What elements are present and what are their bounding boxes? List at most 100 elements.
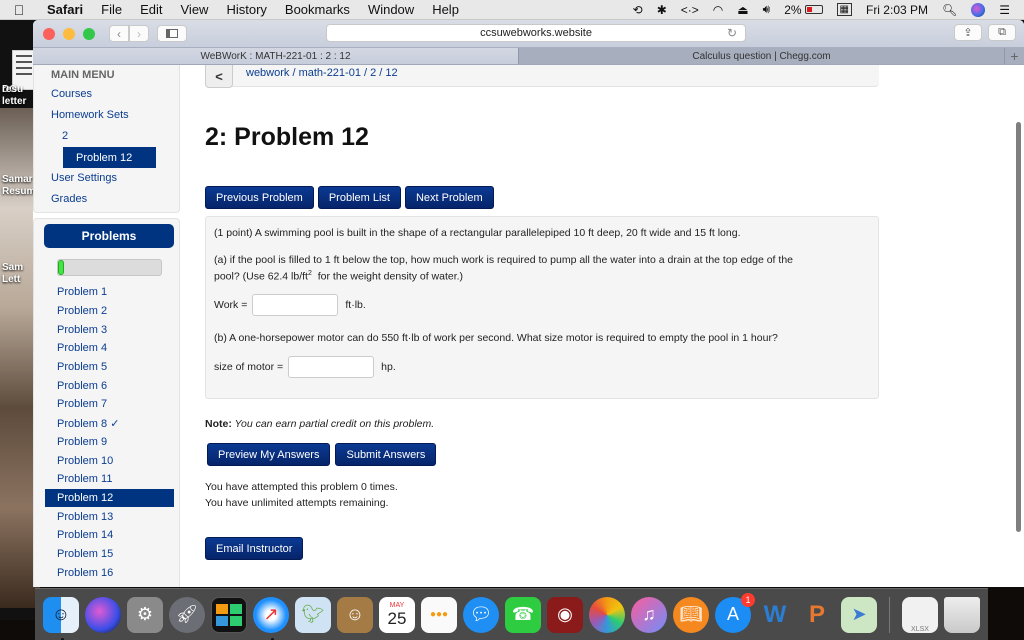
address-bar[interactable]: ccsuwebworks.website ↻ [326,24,746,42]
clock[interactable]: Fri 2:03 PM [866,3,928,17]
problem-list-item[interactable]: Problem 8 ✓ [34,414,181,433]
dock: ☺ ⚙ 🚀︎ ↗ 🐦︎ ☺ MAY 25 ●●● 💬︎ ☎ ◉ ♫ 📖︎ A1 W… [35,588,988,640]
sidebar-toggle-button[interactable] [157,25,187,42]
problem-list-button[interactable]: Problem List [317,186,401,209]
preview-answers-button[interactable]: Preview My Answers [207,443,331,466]
menu-window[interactable]: Window [359,2,423,17]
menu-help[interactable]: Help [423,2,468,17]
menu-bookmarks[interactable]: Bookmarks [276,2,359,17]
photo-booth-icon[interactable]: ◉ [547,596,583,633]
current-problem-link[interactable]: Problem 12 [63,147,156,168]
courses-link[interactable]: Courses [51,88,92,100]
volume-icon[interactable]: 🔊︎ [763,2,771,17]
menu-history[interactable]: History [217,2,275,17]
problem-list-item[interactable]: Problem 4 [34,339,181,358]
email-instructor-button[interactable]: Email Instructor [205,537,304,560]
system-preferences-icon[interactable]: ⚙ [127,596,163,633]
next-problem-button[interactable]: Next Problem [404,186,494,209]
problem-list-item[interactable]: Problem 11 [34,470,181,489]
user-settings-link[interactable]: User Settings [51,172,117,184]
reload-icon[interactable]: ↻ [727,26,737,40]
mail-icon[interactable]: 🐦︎ [295,596,331,633]
page-title: 2: Problem 12 [205,123,369,151]
share-icon: ⇪ [963,27,973,39]
messages-icon[interactable]: 💬︎ [463,596,499,633]
problem-list-item[interactable]: Problem 12 [45,488,174,508]
back-button[interactable]: ‹ [109,25,129,42]
partial-credit-note: Note: You can earn partial credit on thi… [205,418,434,430]
problem-list-item[interactable]: Problem 13 [34,507,181,526]
previous-problem-button[interactable]: Previous Problem [205,186,314,209]
battery-status[interactable]: 2% [784,3,823,17]
photos-icon[interactable] [589,596,625,633]
breadcrumb-back-button[interactable]: < [205,65,233,88]
notification-center-icon[interactable]: ☰ [999,3,1010,17]
problem-list-item[interactable]: Problem 14 [34,526,181,545]
finder-icon[interactable]: ☺ [43,596,79,640]
facetime-icon[interactable]: ☎ [505,596,541,633]
menu-view[interactable]: View [172,2,218,17]
problem-list-item[interactable]: Problem 15 [34,545,181,564]
calendar-icon[interactable]: ▦ [836,3,852,16]
set-link[interactable]: 2 [62,130,68,142]
problem-list-item[interactable]: Problem 6 [34,376,181,395]
minimize-window-button[interactable] [63,27,75,40]
tab-webwork[interactable]: WeBWorK : MATH-221-01 : 2 : 12 [33,48,518,64]
problem-list-item[interactable]: Problem 3 [34,320,181,339]
ibooks-icon[interactable]: 📖︎ [673,596,709,633]
sidebar-icon [166,29,178,38]
menu-file[interactable]: File [92,2,131,17]
apple-icon[interactable]:  [0,2,38,18]
code-icon[interactable]: <·> [681,3,699,17]
siri-dock-icon[interactable] [85,596,121,633]
part-b-text: (b) A one-horsepower motor can do 550 ft… [214,332,778,344]
xlsx-document-icon[interactable]: XLSX [902,596,938,633]
main-menu-title: MAIN MENU [51,69,115,81]
app-store-icon[interactable]: A1 [715,592,755,633]
problem-list-item[interactable]: Problem 2 [34,302,181,321]
mission-control-icon[interactable] [211,596,247,633]
zoom-window-button[interactable] [83,27,95,40]
wifi-icon[interactable]: ◠ [713,3,723,17]
trash-icon[interactable] [944,596,980,633]
problem-list-item[interactable]: Problem 7 [34,395,181,414]
contacts-icon[interactable]: ☺ [337,596,373,633]
powerpoint-icon[interactable]: P [799,597,835,633]
problem-list-item[interactable]: Problem 1 [34,283,181,302]
menu-safari[interactable]: Safari [38,2,92,17]
calendar-dock-icon[interactable]: MAY 25 [379,596,415,633]
safari-dock-icon[interactable]: ↗ [253,596,289,640]
breadcrumb-path[interactable]: webwork / math-221-01 / 2 / 12 [246,67,398,79]
desktop-label: letter [2,96,27,107]
spotlight-icon[interactable]: 🔍︎ [942,3,957,17]
bluetooth-icon[interactable]: ✱ [657,3,667,17]
launchpad-icon[interactable]: 🚀︎ [169,596,205,633]
siri-icon[interactable] [971,2,986,17]
motor-unit: hp. [381,361,396,373]
url-text: ccsuwebworks.website [480,27,592,39]
motor-answer-input[interactable] [288,356,375,378]
submit-answers-button[interactable]: Submit Answers [335,443,437,466]
grades-link[interactable]: Grades [51,193,87,205]
problem-list-item[interactable]: Problem 9 [34,433,181,452]
problem-list-item[interactable]: Problem 16 [34,563,181,582]
menu-edit[interactable]: Edit [131,2,171,17]
eject-icon[interactable]: ⏏ [737,3,748,17]
scrollbar[interactable] [1016,122,1021,532]
forward-button[interactable]: › [129,25,149,42]
work-answer-input[interactable] [252,294,339,316]
itunes-icon[interactable]: ♫ [631,596,667,633]
reminders-icon[interactable]: ●●● [421,596,457,633]
tab-chegg[interactable]: Calculus question | Chegg.com [518,48,1004,64]
tabs-overview-button[interactable]: ⧉ [988,24,1016,41]
close-window-button[interactable] [43,27,55,40]
time-machine-icon[interactable]: ⟲ [633,3,643,17]
homework-sets-link[interactable]: Homework Sets [51,109,129,121]
problem-list-item[interactable]: Problem 5 [34,358,181,377]
new-tab-button[interactable]: + [1004,48,1024,64]
problems-header: Problems [44,224,174,248]
maps-icon[interactable]: ➤ [841,596,877,633]
word-icon[interactable]: W [757,597,793,633]
problem-list-item[interactable]: Problem 10 [34,451,181,470]
share-button[interactable]: ⇪ [954,24,982,41]
